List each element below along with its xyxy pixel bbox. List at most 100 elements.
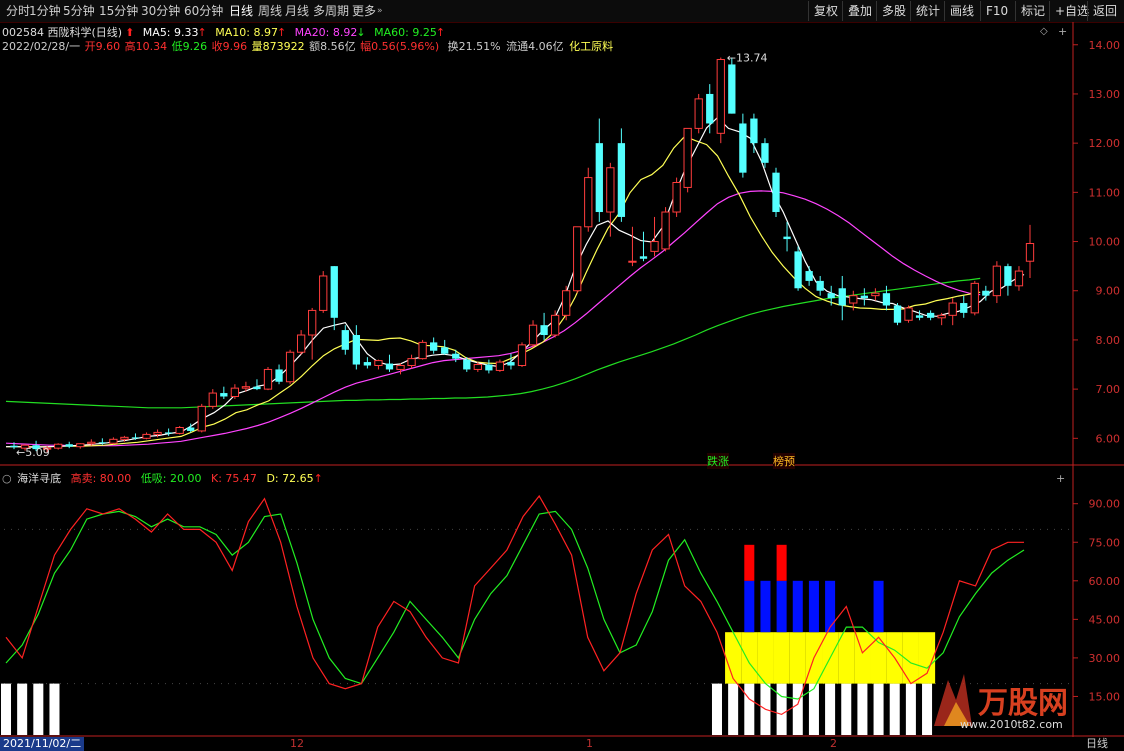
ma5-line: [6, 116, 1025, 448]
quote-amount: 额8.56亿: [309, 40, 356, 53]
signal-bar-yellow: [741, 632, 758, 684]
candle-body: [706, 93, 714, 124]
candle-body: [263, 368, 273, 390]
diamond-icon[interactable]: ◇: [1040, 26, 1048, 37]
candle-body: [418, 341, 427, 360]
candle-body: [982, 290, 990, 296]
candle-body: [241, 386, 251, 389]
quote-volume: 量873922: [251, 40, 305, 53]
signal-bar-yellow: [725, 632, 742, 684]
candle-body: [960, 303, 968, 313]
signal-bar-white: [905, 683, 916, 735]
candle-body: [794, 251, 802, 289]
signal-bar-yellow: [773, 632, 790, 684]
candle-body: [296, 334, 306, 353]
candle-body: [915, 315, 924, 318]
quote-turnover: 换21.51%: [447, 40, 501, 53]
candle-body: [805, 271, 813, 281]
signal-bar-blue: [760, 580, 771, 633]
candle-body: [197, 405, 206, 432]
ind-tick-label: 90.00: [1089, 498, 1121, 511]
indicator-collapse-icon[interactable]: ○: [2, 472, 12, 485]
candle-body: [550, 314, 560, 336]
signal-bar-red: [776, 544, 787, 581]
signal-bar-blue: [825, 580, 836, 633]
candle-body: [816, 280, 824, 291]
ind-tick-label: 60.00: [1089, 575, 1121, 588]
watermark-brand: 万股网: [978, 686, 1068, 721]
price-tick-label: 11.00: [1089, 186, 1121, 199]
signal-bar-red: [744, 544, 755, 581]
candle-body: [595, 143, 603, 213]
ind-tick-label: 75.00: [1089, 536, 1121, 549]
candle-body: [783, 236, 791, 240]
price-tick-label: 6.00: [1096, 432, 1121, 445]
indicator-name[interactable]: 海洋寻底: [17, 472, 61, 485]
high-sell-value: 高卖: 80.00: [70, 472, 132, 485]
price-tick-label: 10.00: [1089, 236, 1121, 249]
date-axis-mark-1: 1: [586, 737, 593, 750]
kline-chart: 6.00 7.00 8.00 9.00 10.00 11.00 12.00 13.00 14.0…: [0, 22, 1124, 751]
candle-body: [164, 432, 173, 434]
candle-body: [208, 392, 217, 407]
quote-industry[interactable]: 化工原料: [569, 40, 613, 53]
quote-open: 开9.60: [84, 40, 121, 53]
candle-body: [308, 309, 317, 336]
signal-bar-blue: [792, 580, 803, 633]
signal-bar-white: [0, 683, 12, 735]
candle-body: [871, 292, 880, 297]
signal-bar-white: [744, 683, 755, 735]
quote-float: 流通4.06亿: [506, 40, 564, 53]
candle-body: [584, 177, 593, 228]
signal-bar-yellow: [870, 632, 887, 684]
indicator-legend: ○ 海洋寻底 高卖: 80.00 低吸: 20.00 K: 75.47 D: 7…: [2, 470, 329, 486]
signal-bar-white: [49, 683, 60, 735]
candle-body: [142, 433, 151, 439]
candle-body: [882, 293, 891, 306]
candle-body: [187, 427, 195, 431]
candle-body: [275, 369, 283, 382]
price-tick-label: 8.00: [1096, 334, 1121, 347]
signal-bar-yellow: [838, 632, 855, 684]
candle-body: [507, 362, 515, 366]
date-axis-start: 2021/11/02/二: [0, 737, 85, 751]
candle-body: [463, 359, 471, 370]
price-annotation: ←5.09: [16, 446, 50, 459]
price-annotation: ←13.74: [727, 52, 768, 65]
candle-body: [992, 265, 1002, 297]
candle-body: [926, 312, 935, 318]
signal-bar-white: [792, 683, 803, 735]
ind-add-icon[interactable]: +: [1056, 472, 1065, 485]
candle-body: [606, 167, 615, 213]
candle-body: [363, 362, 372, 366]
candle-body: [98, 442, 106, 444]
signal-label-diezhang: 跌涨: [707, 453, 729, 469]
quote-info: 2022/02/28/一 开9.60 高10.34 低9.26 收9.96 量8…: [2, 38, 618, 54]
add-icon[interactable]: +: [1058, 25, 1067, 38]
candle-body: [517, 344, 527, 367]
candle-body: [495, 361, 505, 371]
candle-body: [76, 443, 85, 448]
candle-body: [1004, 266, 1012, 286]
period-label: 日线: [1086, 737, 1108, 750]
candle-body: [661, 211, 670, 250]
candle-body: [694, 98, 703, 129]
candle-body: [407, 358, 416, 367]
candle-body: [970, 282, 979, 314]
quote-close: 收9.96: [211, 40, 248, 53]
date-axis-mark-12: 12: [290, 737, 304, 750]
signal-bar-white: [873, 683, 884, 735]
candle-body: [352, 335, 360, 365]
candle-body: [396, 365, 405, 370]
signal-bar-blue: [744, 580, 755, 633]
candle-body: [562, 290, 571, 316]
ma10-line: [6, 135, 981, 448]
candle-body: [528, 324, 538, 346]
candle-body: [893, 305, 902, 323]
signal-bar-white: [889, 683, 900, 735]
date-axis-mark-2: 2: [830, 737, 837, 750]
d-up-arrow-icon: ↑: [313, 472, 323, 485]
candle-body: [330, 266, 338, 318]
candle-body: [716, 59, 725, 134]
price-tick-label: 7.00: [1096, 383, 1121, 396]
